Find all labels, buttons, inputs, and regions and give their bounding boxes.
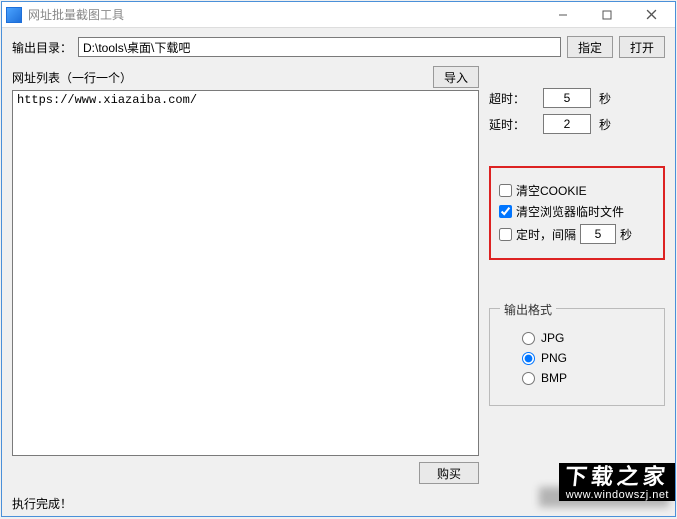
clear-temp-checkbox[interactable] bbox=[499, 205, 512, 218]
format-bmp-label[interactable]: BMP bbox=[541, 371, 567, 385]
maximize-button[interactable] bbox=[585, 3, 629, 27]
url-list-textarea[interactable]: https://www.xiazaiba.com/ bbox=[13, 91, 478, 455]
timer-interval-input[interactable] bbox=[580, 224, 616, 244]
timer-unit: 秒 bbox=[620, 226, 632, 243]
output-dir-label: 输出目录： bbox=[12, 39, 72, 56]
app-icon bbox=[6, 7, 22, 23]
url-list-label: 网址列表（一行一个） bbox=[12, 69, 433, 86]
output-dir-input[interactable] bbox=[78, 37, 561, 57]
status-bar: 执行完成！ bbox=[2, 492, 675, 516]
import-button[interactable]: 导入 bbox=[433, 66, 479, 88]
timer-checkbox[interactable] bbox=[499, 228, 512, 241]
minimize-button[interactable] bbox=[541, 3, 585, 27]
window-title: 网址批量截图工具 bbox=[28, 6, 124, 23]
buy-button[interactable]: 购买 bbox=[419, 462, 479, 484]
output-format-legend: 输出格式 bbox=[500, 301, 556, 318]
open-dir-button[interactable]: 打开 bbox=[619, 36, 665, 58]
format-jpg-radio[interactable] bbox=[522, 332, 535, 345]
status-text: 执行完成！ bbox=[12, 497, 72, 511]
output-format-group: 输出格式 JPG PNG BMP bbox=[489, 308, 665, 406]
clear-cookie-label[interactable]: 清空COOKIE bbox=[516, 182, 587, 199]
clear-cookie-checkbox[interactable] bbox=[499, 184, 512, 197]
titlebar: 网址批量截图工具 bbox=[2, 2, 675, 28]
delay-input[interactable] bbox=[543, 114, 591, 134]
format-png-radio[interactable] bbox=[522, 352, 535, 365]
format-bmp-radio[interactable] bbox=[522, 372, 535, 385]
format-png-label[interactable]: PNG bbox=[541, 351, 567, 365]
timer-label[interactable]: 定时，间隔 bbox=[516, 226, 576, 243]
clear-temp-label[interactable]: 清空浏览器临时文件 bbox=[516, 203, 624, 220]
timeout-input[interactable] bbox=[543, 88, 591, 108]
run-button-truncated[interactable]: 执 bbox=[631, 464, 665, 488]
timeout-unit: 秒 bbox=[599, 90, 611, 107]
format-jpg-label[interactable]: JPG bbox=[541, 331, 564, 345]
close-button[interactable] bbox=[629, 3, 673, 27]
timeout-label: 超时： bbox=[489, 90, 537, 107]
set-dir-button[interactable]: 指定 bbox=[567, 36, 613, 58]
options-group: 清空COOKIE 清空浏览器临时文件 定时，间隔 秒 bbox=[489, 166, 665, 260]
delay-label: 延时： bbox=[489, 116, 537, 133]
delay-unit: 秒 bbox=[599, 116, 611, 133]
